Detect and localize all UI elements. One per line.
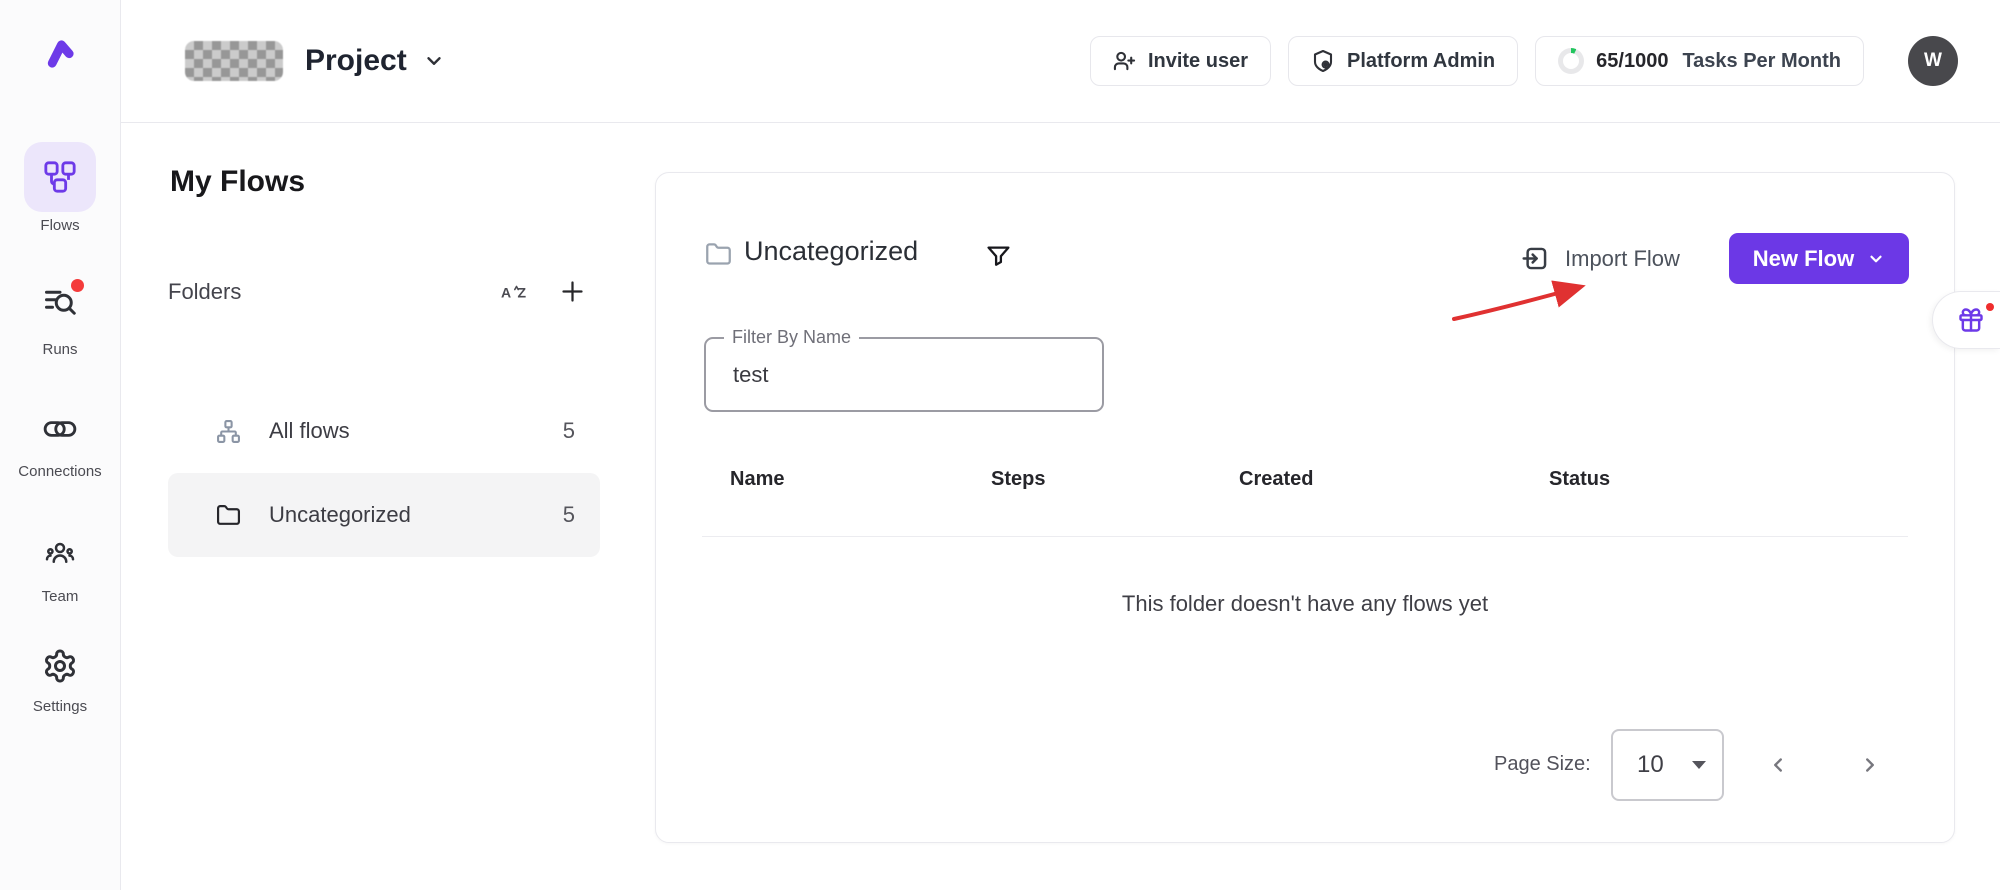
column-header-status: Status bbox=[1549, 468, 1610, 491]
folder-icon bbox=[705, 241, 732, 268]
whats-new-tab[interactable] bbox=[1932, 291, 2000, 349]
column-header-name: Name bbox=[730, 468, 784, 491]
chevron-down-icon bbox=[1867, 250, 1885, 268]
new-flow-button[interactable]: New Flow bbox=[1729, 233, 1909, 284]
platform-admin-button[interactable]: Platform Admin bbox=[1288, 36, 1518, 86]
sidebar-item-label: Runs bbox=[42, 341, 77, 358]
sidebar-item-connections[interactable]: Connections bbox=[0, 412, 120, 480]
tasks-usage-label: Tasks Per Month bbox=[1682, 50, 1841, 73]
notification-dot bbox=[71, 279, 84, 292]
svg-text:Z: Z bbox=[518, 284, 527, 300]
sidebar-item-label: Connections bbox=[18, 463, 101, 480]
notification-dot bbox=[1986, 303, 1994, 311]
shield-icon bbox=[1311, 49, 1335, 73]
flows-active-highlight bbox=[24, 142, 96, 212]
panel-folder-title: Uncategorized bbox=[744, 236, 918, 267]
sidebar-item-runs[interactable]: Runs bbox=[0, 284, 120, 358]
runs-icon bbox=[42, 284, 78, 320]
filter-by-name-input[interactable] bbox=[706, 339, 1102, 410]
page-size-select[interactable]: 10 bbox=[1611, 729, 1724, 801]
table-header-divider bbox=[702, 536, 1908, 537]
sidebar-item-label: Team bbox=[42, 588, 79, 605]
filter-funnel-icon[interactable] bbox=[986, 244, 1011, 269]
new-flow-label: New Flow bbox=[1753, 246, 1854, 272]
column-header-steps: Steps bbox=[991, 468, 1045, 491]
activepieces-logo-icon[interactable] bbox=[43, 34, 77, 74]
page-title: My Flows bbox=[170, 165, 305, 199]
import-icon bbox=[1522, 245, 1549, 272]
team-icon bbox=[44, 538, 76, 568]
plus-icon[interactable] bbox=[559, 278, 586, 305]
sidebar-item-settings[interactable]: Settings bbox=[0, 648, 120, 715]
flows-panel: Uncategorized Import Flow New Flow Filte… bbox=[655, 172, 1955, 843]
folders-header: Folders AZ bbox=[168, 278, 600, 305]
invite-user-button[interactable]: Invite user bbox=[1090, 36, 1271, 86]
column-header-created: Created bbox=[1239, 468, 1313, 491]
filter-by-name-field: Filter By Name bbox=[704, 337, 1104, 412]
page-size-value: 10 bbox=[1637, 751, 1664, 779]
project-name-label: Project bbox=[305, 44, 407, 78]
user-plus-icon bbox=[1113, 50, 1136, 73]
link-icon bbox=[43, 412, 77, 446]
top-header: Project Invite user Platform Admin 65/10… bbox=[121, 0, 2000, 123]
sort-az-icon[interactable]: AZ bbox=[501, 280, 529, 304]
tasks-usage-value: 65/1000 bbox=[1596, 50, 1668, 73]
folder-item-label: Uncategorized bbox=[269, 502, 411, 528]
app-root: Flows Runs Connections Team Set bbox=[0, 0, 2000, 890]
folders-title: Folders bbox=[168, 279, 241, 305]
folder-item-label: All flows bbox=[269, 418, 350, 444]
tasks-usage-chip[interactable]: 65/1000 Tasks Per Month bbox=[1535, 36, 1864, 86]
sidebar-item-label: Settings bbox=[33, 698, 87, 715]
empty-state-message: This folder doesn't have any flows yet bbox=[656, 591, 1954, 617]
svg-text:A: A bbox=[501, 284, 511, 300]
dropdown-arrow-icon bbox=[1692, 761, 1706, 769]
sidebar-item-label: Flows bbox=[40, 217, 79, 234]
next-page-button[interactable] bbox=[1848, 743, 1892, 787]
folder-item-count: 5 bbox=[563, 502, 575, 528]
workflow-icon bbox=[43, 160, 77, 194]
previous-page-button[interactable] bbox=[1756, 743, 1800, 787]
sidebar-item-flows[interactable]: Flows bbox=[0, 142, 120, 234]
page-size-label: Page Size: bbox=[1494, 753, 1591, 776]
progress-ring bbox=[1558, 48, 1584, 74]
folder-item-count: 5 bbox=[563, 418, 575, 444]
folder-item-all-flows[interactable]: All flows 5 bbox=[168, 389, 600, 473]
import-flow-button[interactable]: Import Flow bbox=[1522, 245, 1680, 272]
sidebar-item-team[interactable]: Team bbox=[0, 538, 120, 605]
censored-project-name bbox=[185, 41, 283, 81]
chevron-down-icon[interactable] bbox=[423, 50, 445, 72]
folder-item-uncategorized[interactable]: Uncategorized 5 bbox=[168, 473, 600, 557]
platform-admin-label: Platform Admin bbox=[1347, 50, 1495, 73]
avatar[interactable]: W bbox=[1908, 36, 1958, 86]
invite-user-label: Invite user bbox=[1148, 50, 1248, 73]
folders-actions: AZ bbox=[501, 278, 600, 305]
annotation-arrow bbox=[1446, 277, 1596, 323]
network-icon bbox=[216, 419, 241, 444]
folder-icon bbox=[216, 503, 241, 528]
sidebar-rail: Flows Runs Connections Team Set bbox=[0, 0, 121, 890]
gear-icon bbox=[42, 648, 78, 684]
import-flow-label: Import Flow bbox=[1565, 246, 1680, 272]
